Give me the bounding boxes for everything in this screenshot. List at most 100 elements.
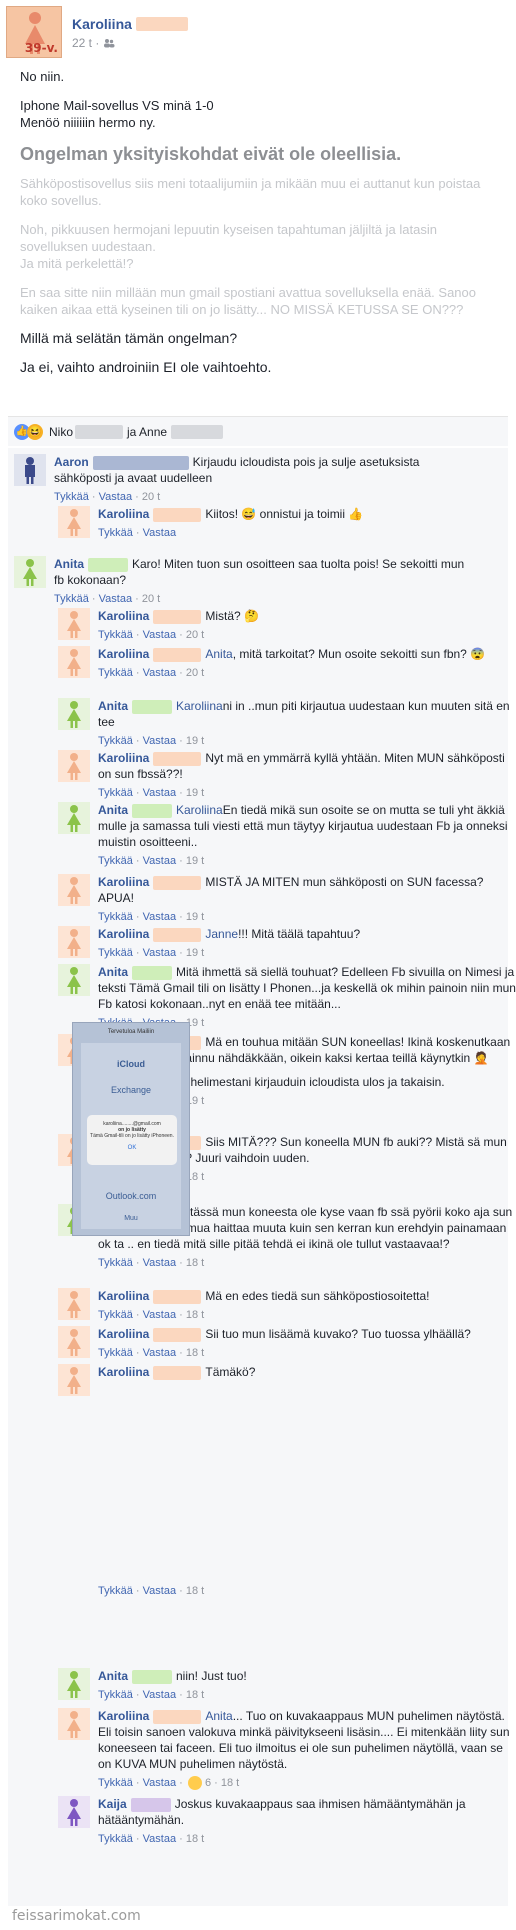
commenter-name[interactable]: Karoliina — [98, 647, 149, 661]
comment-time[interactable]: 18 t — [186, 1347, 204, 1359]
commenter-name[interactable]: Karoliina — [98, 1365, 149, 1379]
tagged-user[interactable]: Anita — [205, 647, 232, 661]
like-link[interactable]: Tykkää — [98, 947, 133, 959]
reply-link[interactable]: Vastaa — [143, 1309, 176, 1321]
commenter-avatar[interactable] — [58, 750, 90, 782]
comment-time[interactable]: 18 t — [186, 1585, 204, 1597]
commenter-avatar[interactable] — [58, 506, 90, 538]
commenter-avatar[interactable] — [58, 608, 90, 640]
author-name[interactable]: Karoliina — [72, 16, 188, 32]
comment-time[interactable]: 18 t — [186, 1309, 204, 1321]
attached-screenshot[interactable]: Tervetuloa Mailiin iCloud Exchange Outlo… — [72, 1022, 190, 1236]
reply-link[interactable]: Vastaa — [143, 527, 176, 539]
comment-time[interactable]: 20 t — [186, 629, 204, 641]
commenter-name[interactable]: Aaron — [54, 455, 89, 469]
reply-link[interactable]: Vastaa — [143, 1777, 176, 1789]
like-link[interactable]: Tykkää — [98, 735, 133, 747]
post-time[interactable]: 22 t · — [72, 36, 188, 50]
like-link[interactable]: Tykkää — [98, 1689, 133, 1701]
comment-time[interactable]: 20 t — [142, 491, 160, 503]
comment-time[interactable]: 18 t — [221, 1777, 239, 1789]
reactor-name[interactable]: Niko — [49, 425, 73, 439]
like-link[interactable]: Tykkää — [98, 667, 133, 679]
like-link[interactable]: Tykkää — [98, 1347, 133, 1359]
like-link[interactable]: Tykkää — [98, 629, 133, 641]
commenter-avatar[interactable] — [58, 874, 90, 906]
commenter-avatar[interactable] — [58, 698, 90, 730]
commenter-name[interactable]: Karoliina — [98, 875, 149, 889]
like-link[interactable]: Tykkää — [98, 1833, 133, 1845]
commenter-name[interactable]: Anita — [54, 557, 84, 571]
comment-time[interactable]: 20 t — [142, 593, 160, 605]
tagged-user[interactable]: Karoliina — [176, 803, 223, 817]
tagged-user[interactable]: Janne — [205, 927, 238, 941]
commenter-avatar[interactable] — [58, 1708, 90, 1740]
comment-time[interactable]: 18 t — [186, 1833, 204, 1845]
tagged-user[interactable]: Anita — [205, 1709, 232, 1723]
like-link[interactable]: Tykkää — [54, 593, 89, 605]
reply-link[interactable]: Vastaa — [99, 491, 132, 503]
reactions-bar[interactable]: 👍 😆 Niko ja Anne — [8, 416, 508, 446]
reply-link[interactable]: Vastaa — [143, 1585, 176, 1597]
reply-link[interactable]: Vastaa — [143, 787, 176, 799]
like-link[interactable]: Tykkää — [98, 1309, 133, 1321]
commenter-name[interactable]: Karoliina — [98, 507, 149, 521]
commenter-avatar[interactable] — [58, 802, 90, 834]
like-link[interactable]: Tykkää — [98, 1585, 133, 1597]
like-link[interactable]: Tykkää — [98, 1777, 133, 1789]
commenter-avatar[interactable] — [58, 646, 90, 678]
commenter-avatar[interactable] — [58, 1326, 90, 1358]
commenter-name[interactable]: Anita — [98, 1669, 128, 1683]
commenter-name[interactable]: Anita — [98, 965, 128, 979]
commenter-avatar[interactable] — [14, 556, 46, 588]
commenter-name[interactable]: Kaija — [98, 1797, 127, 1811]
reply-link[interactable]: Vastaa — [143, 911, 176, 923]
reply-link[interactable]: Vastaa — [143, 1833, 176, 1845]
commenter-avatar[interactable] — [58, 1668, 90, 1700]
tagged-user[interactable]: Karoliina — [176, 699, 223, 713]
comment-time[interactable]: 19 t — [186, 787, 204, 799]
commenter-name[interactable]: Karoliina — [98, 609, 149, 623]
like-link[interactable]: Tykkää — [54, 491, 89, 503]
reply-link[interactable]: Vastaa — [143, 1689, 176, 1701]
commenter-avatar[interactable] — [58, 1796, 90, 1828]
redaction — [153, 507, 202, 522]
reply-link[interactable]: Vastaa — [143, 855, 176, 867]
like-link[interactable]: Tykkää — [98, 855, 133, 867]
reply-link[interactable]: Vastaa — [143, 1257, 176, 1269]
reply-link[interactable]: Vastaa — [143, 1347, 176, 1359]
like-link[interactable]: Tykkää — [98, 1257, 133, 1269]
commenter-name[interactable]: Karoliina — [98, 751, 149, 765]
commenter-avatar[interactable] — [58, 1288, 90, 1320]
comment-time[interactable]: 20 t — [186, 667, 204, 679]
commenter-avatar[interactable] — [58, 1364, 90, 1396]
commenter-name[interactable]: Karoliina — [98, 1327, 149, 1341]
comment-time[interactable]: 18 t — [186, 1257, 204, 1269]
commenter-name[interactable]: Karoliina — [98, 1709, 149, 1723]
post-line: No niin. — [20, 69, 65, 84]
reply-link[interactable]: Vastaa — [143, 667, 176, 679]
reactor-name[interactable]: ja Anne — [127, 425, 167, 439]
like-count[interactable]: 6 — [205, 1777, 211, 1789]
like-link[interactable]: Tykkää — [98, 911, 133, 923]
commenter-name[interactable]: Karoliina — [98, 927, 149, 941]
comment-actions: Tykkää · Vastaa · 6 · 18 t — [98, 1776, 240, 1791]
reply-link[interactable]: Vastaa — [143, 947, 176, 959]
commenter-name[interactable]: Karoliina — [98, 1289, 149, 1303]
author-avatar[interactable]: 39-v. — [6, 6, 62, 58]
commenter-avatar[interactable] — [14, 454, 46, 486]
commenter-name[interactable]: Anita — [98, 803, 128, 817]
commenter-avatar[interactable] — [58, 926, 90, 958]
comment-time[interactable]: 19 t — [186, 735, 204, 747]
comment-time[interactable]: 19 t — [186, 911, 204, 923]
commenter-avatar[interactable] — [58, 964, 90, 996]
reply-link[interactable]: Vastaa — [143, 629, 176, 641]
comment-time[interactable]: 19 t — [186, 947, 204, 959]
comment-time[interactable]: 18 t — [186, 1689, 204, 1701]
comment-time[interactable]: 19 t — [186, 855, 204, 867]
commenter-name[interactable]: Anita — [98, 699, 128, 713]
reply-link[interactable]: Vastaa — [143, 735, 176, 747]
reply-link[interactable]: Vastaa — [99, 593, 132, 605]
like-link[interactable]: Tykkää — [98, 787, 133, 799]
like-link[interactable]: Tykkää — [98, 527, 133, 539]
